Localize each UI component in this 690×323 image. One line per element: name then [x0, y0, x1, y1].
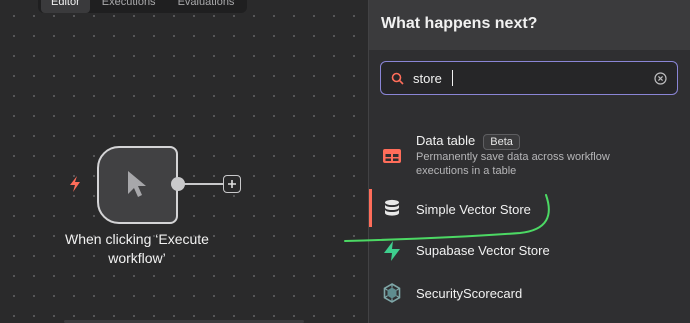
workflow-canvas[interactable]: Editor Executions Evaluations When click… [0, 0, 368, 323]
database-icon [385, 199, 399, 216]
result-description: Permanently save data across workflow ex… [416, 151, 610, 177]
n8n-editor: Editor Executions Evaluations When click… [0, 0, 690, 323]
node-label: When clicking ‘Execute workflow’ [65, 231, 209, 266]
table-icon [383, 149, 401, 163]
result-title: Data table Beta [416, 133, 520, 150]
tab-executions[interactable]: Executions [92, 0, 166, 13]
result-title: Simple Vector Store [416, 202, 531, 217]
result-title: SecurityScorecard [416, 286, 523, 301]
result-item-securityscorecard[interactable]: SecurityScorecard [369, 273, 690, 313]
add-node-button[interactable] [223, 175, 241, 193]
search-icon [391, 72, 404, 85]
search-field[interactable] [380, 61, 678, 95]
output-connector-line [183, 183, 223, 185]
node-creator-panel: What happens next? Data tableBe [368, 0, 690, 323]
lightning-bolt-icon [70, 176, 80, 192]
tab-evaluations[interactable]: Evaluations [168, 0, 245, 13]
selected-indicator [369, 189, 372, 227]
panel-title: What happens next? [369, 0, 690, 50]
manual-trigger-node[interactable] [97, 146, 178, 224]
plus-icon [228, 180, 236, 188]
search-input[interactable] [413, 68, 643, 88]
tab-editor[interactable]: Editor [41, 0, 90, 13]
result-item-data-table[interactable]: Data table Beta Permanently save data acr… [369, 124, 690, 182]
beta-badge: Beta [483, 134, 520, 150]
result-item-supabase-vector-store[interactable]: Supabase Vector Store [369, 231, 690, 271]
view-tabs: Editor Executions Evaluations [38, 0, 248, 13]
result-title: Supabase Vector Store [416, 243, 550, 258]
securityscorecard-icon [383, 283, 401, 303]
clear-search-icon[interactable] [654, 72, 667, 85]
text-cursor [452, 70, 453, 86]
supabase-bolt-icon [384, 241, 400, 261]
result-title-text: Data table [416, 133, 476, 148]
result-item-simple-vector-store[interactable]: Simple Vector Store [369, 187, 690, 229]
mouse-pointer-icon [128, 171, 146, 197]
